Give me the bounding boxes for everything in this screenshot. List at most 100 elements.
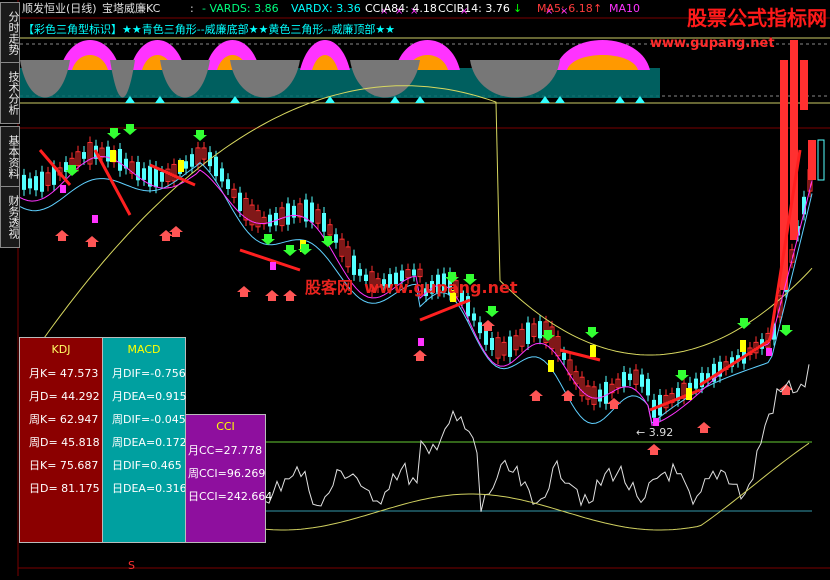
magenta-bar [418,338,424,346]
ma5-arrow: ↑ [593,2,603,15]
magenta-bar [270,262,276,270]
candle-body [34,176,38,191]
watermark-mid-url: www.gupang.net [364,278,518,297]
candle-body [106,146,110,162]
ccia84-value: CCIA84: 4.18 [365,2,437,15]
trend-segment [699,338,771,387]
indicator-name: 宝塔威廉KC [102,2,161,15]
cci-panel: CCI 月CC=27.778 周CCI=96.269 日CCI=242.664 [185,414,273,543]
kdj-row: 日D= 81.175 [29,482,100,495]
macd-row: 周DIF=-0.045 [112,413,186,426]
vards-value: - VARDS: 3.86 [202,2,279,15]
candle-body [490,337,494,351]
magenta-bar [653,418,659,426]
candle-body [352,255,356,275]
candle-body [268,214,272,227]
candle-body [220,168,224,182]
buy-arrow [675,370,689,381]
tab-fundamentals[interactable]: 基本资料 [0,126,20,188]
yellow-bar [110,150,116,162]
stock-title: 顺发恒业(日线) [22,2,97,15]
tab-financials[interactable]: 财务透视 [0,186,20,248]
low-price-label: ← 3.92 [636,426,674,439]
cci-row: 日CCI=242.664 [188,490,273,503]
candle-body [694,378,698,389]
sell-arrow [481,320,495,331]
ccib14-arrow: ↓ [513,2,523,15]
candle-body [160,171,164,182]
kdj-row: 日K= 75.687 [29,459,99,472]
buy-arrow [123,124,137,135]
magenta-bar [60,185,66,193]
cci-row: 周CCI=96.269 [188,467,266,480]
candle-body [214,156,218,177]
sell-arrow [647,444,661,455]
candle-body [82,152,86,159]
ma-long-line [19,85,813,374]
candle-body [226,179,230,189]
trend-segment [649,388,701,412]
kdj-title: KDJ [51,343,71,356]
rally-candle [808,140,816,180]
kdj-row: 周K= 62.947 [29,413,99,426]
candle-body [28,178,32,189]
candle-body [484,329,488,345]
candle-body [478,322,482,334]
vardx-value: VARDX: 3.36 [291,2,361,15]
candle-body [646,378,650,396]
tab-intraday[interactable]: 分时走势 [0,2,20,64]
candle-body [604,381,608,404]
sell-arrow [85,236,99,247]
buy-arrow [283,245,297,256]
sell-arrow [55,230,69,241]
ma5-value: MA5: 6.18 [537,2,593,15]
ccib14-value: CCIB14: 3.76 [438,2,510,15]
candle-body [40,171,44,192]
buy-arrow [779,325,793,336]
yellow-bar [548,360,554,372]
sell-arrow [265,290,279,301]
macd-title: MACD [127,343,161,356]
yellow-bar [178,160,184,172]
candle-body [538,321,542,339]
magenta-bar [92,215,98,223]
buy-arrow [737,318,751,329]
sell-arrow [561,390,575,401]
candle-body [334,234,338,243]
yellow-bar [590,345,596,357]
macd-row: 日DEA=0.316 [112,482,187,495]
buy-arrow [107,128,121,139]
buy-arrow [485,306,499,317]
candle-body [118,148,122,171]
candle-body [628,373,632,381]
sell-arrow [529,390,543,401]
candle-body [508,336,512,357]
kdj-row: 月K= 47.573 [29,367,99,380]
buy-arrow [193,130,207,141]
candle-body [322,213,326,232]
rally-candle [800,60,808,110]
cci-title: CCI [216,420,235,433]
watermark-url: www.gupang.net [650,36,775,51]
candle-body [154,167,158,188]
candle-body [238,192,242,212]
trend-segment [419,298,471,322]
macd-row: 月DIF=-0.756 [112,367,186,380]
low-price-value: 3.92 [648,426,674,439]
sell-arrow [413,350,427,361]
kdj-row: 月D= 44.292 [29,390,100,403]
candle-body [598,389,602,402]
macd-row: 周DEA=0.172 [112,436,187,449]
candle-body [817,139,825,181]
watermark-mid: 股客网 www.gupang.net [305,274,517,298]
sell-arrow [607,398,621,409]
candle-body [286,203,290,225]
cci-row: 月CC=27.778 [188,444,263,457]
tab-technical[interactable]: 技术分析 [0,62,20,124]
buy-arrow [585,327,599,338]
kdj-panel: KDJ 月K= 47.573 月D= 44.292 周K= 62.947 周D=… [19,337,103,543]
sell-arrow [697,422,711,433]
sell-arrow [237,286,251,297]
candle-body [190,154,194,167]
candle-body [562,352,566,360]
